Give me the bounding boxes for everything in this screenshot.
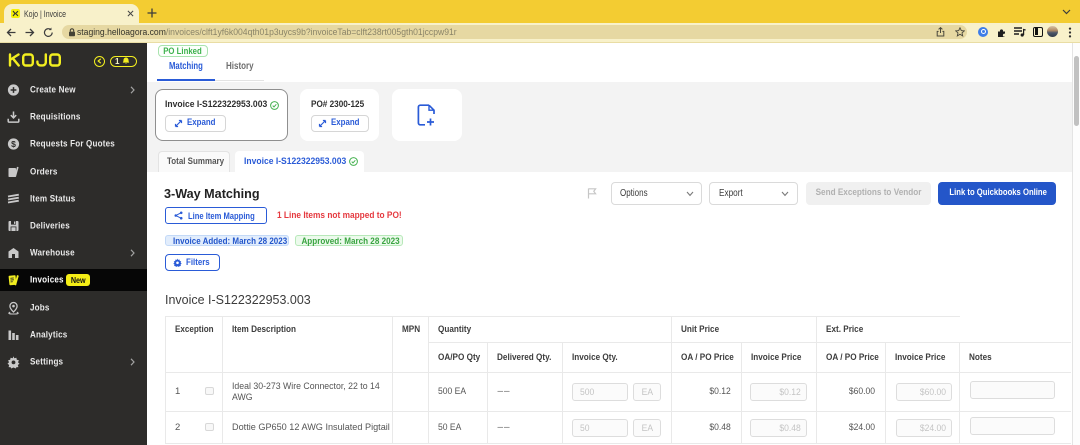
svg-text:$: $ — [11, 139, 16, 149]
